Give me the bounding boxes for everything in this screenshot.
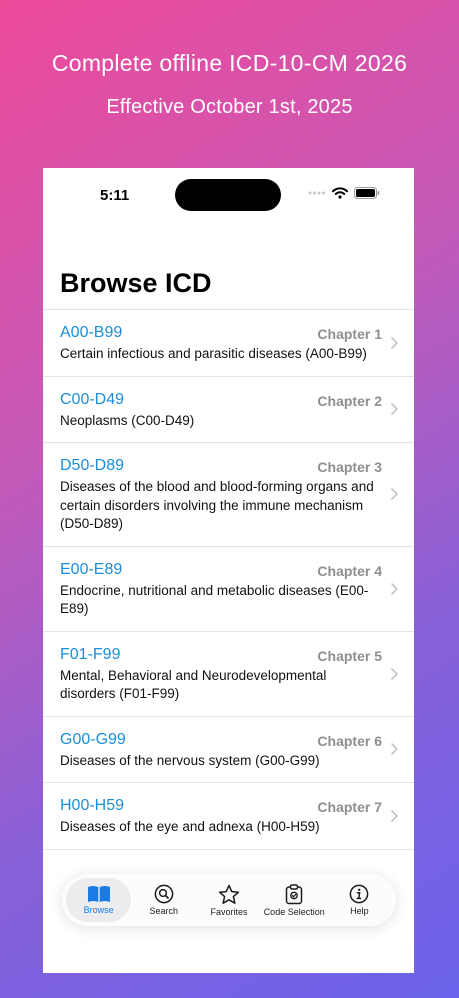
list-item[interactable]: D50-D89 Chapter 3 Diseases of the blood … — [43, 442, 414, 546]
tab-search[interactable]: Search — [131, 878, 196, 922]
star-icon — [218, 884, 240, 904]
phone-screen: 5:11 Browse ICD A00-B99 Chapter 1 Certai… — [43, 168, 414, 973]
status-time: 5:11 — [100, 187, 130, 204]
tab-label: Code Selection — [263, 906, 325, 917]
status-icons — [308, 187, 380, 199]
list-item[interactable]: F01-F99 Chapter 5 Mental, Behavioral and… — [43, 630, 414, 716]
list-item[interactable]: C00-D49 Chapter 2 Neoplasms (C00-D49) — [43, 375, 414, 443]
tab-label: Favorites — [210, 906, 248, 917]
list-item[interactable]: A00-B99 Chapter 1 Certain infectious and… — [43, 309, 414, 376]
chapter-description: Diseases of the nervous system (G00-G99) — [60, 752, 320, 768]
tab-label: Browse — [83, 905, 114, 915]
chapter-description: Diseases of the eye and adnexa (H00-H59) — [60, 819, 320, 834]
chapter-number: Chapter 4 — [317, 562, 382, 579]
tab-code-selection[interactable]: Code Selection — [262, 878, 327, 922]
chapter-number: Chapter 5 — [317, 647, 382, 664]
chapter-description: Neoplasms (C00-D49) — [60, 412, 195, 428]
battery-icon — [354, 187, 380, 199]
list-item[interactable]: G00-G99 Chapter 6 Diseases of the nervou… — [43, 715, 414, 783]
chevron-right-icon — [391, 582, 398, 595]
tab-help[interactable]: Help — [327, 878, 392, 922]
tab-bar: Browse Search Favorites Code Selection H… — [62, 874, 396, 926]
promo-title: Complete offline ICD-10-CM 2026 — [51, 50, 408, 76]
chevron-right-icon — [391, 667, 398, 680]
chapter-description: Mental, Behavioral and Neurodevelopmenta… — [60, 667, 327, 702]
chapter-list: A00-B99 Chapter 1 Certain infectious and… — [43, 309, 414, 909]
chevron-right-icon — [391, 743, 398, 756]
search-icon — [154, 884, 174, 904]
chevron-right-icon — [391, 809, 398, 822]
chevron-right-icon — [391, 488, 398, 501]
tab-label: Help — [350, 906, 369, 916]
promo-subtitle: Effective October 1st, 2025 — [106, 96, 353, 118]
chapter-number: Chapter 1 — [317, 326, 382, 342]
chapter-number: Chapter 2 — [317, 392, 382, 409]
signal-icon — [308, 191, 325, 195]
status-bar: 5:11 — [43, 168, 414, 224]
page-title: Browse ICD — [60, 268, 212, 298]
dynamic-island — [175, 179, 281, 211]
chapter-number: Chapter 6 — [317, 732, 382, 749]
chapter-description: Certain infectious and parasitic disease… — [60, 346, 367, 361]
chevron-right-icon — [391, 336, 398, 349]
chapter-description: Diseases of the blood and blood-forming … — [60, 479, 374, 531]
wifi-icon — [332, 187, 348, 199]
chapter-number: Chapter 7 — [317, 799, 382, 815]
list-item[interactable]: H00-H59 Chapter 7 Diseases of the eye an… — [43, 782, 414, 849]
list-item[interactable]: E00-E89 Chapter 4 Endocrine, nutritional… — [43, 545, 414, 631]
book-icon — [87, 886, 110, 902]
tab-favorites[interactable]: Favorites — [196, 878, 261, 922]
clipboard-icon — [285, 883, 303, 904]
chevron-right-icon — [391, 403, 398, 416]
tab-browse[interactable]: Browse — [66, 878, 132, 922]
info-icon — [350, 884, 369, 904]
chapter-number: Chapter 3 — [317, 459, 382, 475]
chapter-description: Endocrine, nutritional and metabolic dis… — [60, 582, 369, 617]
tab-label: Search — [149, 906, 179, 916]
